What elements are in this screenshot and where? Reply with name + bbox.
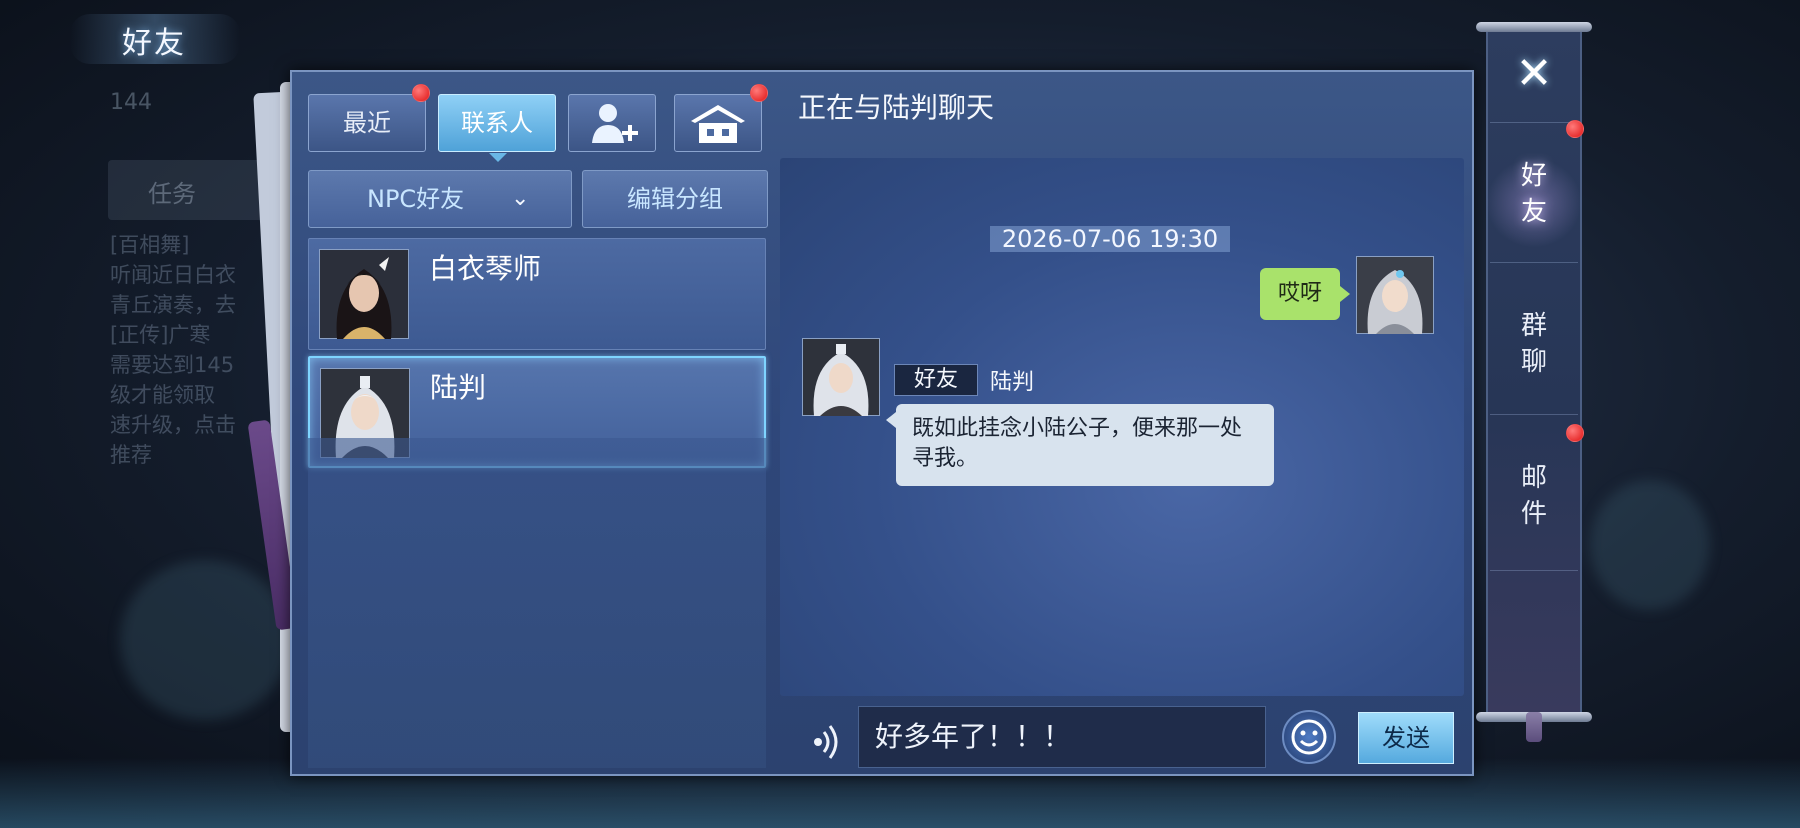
background-task-tab-label: 任务 bbox=[148, 180, 196, 208]
background-quest-line: [正传]广寒 bbox=[110, 323, 211, 347]
active-tab-pointer bbox=[489, 153, 507, 162]
send-button-label: 发送 bbox=[1382, 724, 1430, 752]
nav-divider bbox=[1490, 414, 1578, 415]
send-button[interactable]: 发送 bbox=[1358, 712, 1454, 764]
home-icon bbox=[691, 105, 745, 143]
contact-item-baiyiqinshi[interactable]: 白衣琴师 bbox=[308, 238, 766, 350]
background-quest-line: 级才能领取 bbox=[110, 383, 215, 407]
voice-icon[interactable] bbox=[804, 720, 844, 760]
background-quest-text: [百相舞] 听闻近日白衣 青丘演奏，去 [正传]广寒 需要达到145 级才能领取… bbox=[110, 230, 260, 470]
side-nav-item-label: 邮件 bbox=[1520, 463, 1547, 529]
chevron-down-icon: ⌄ bbox=[511, 186, 530, 211]
avatar bbox=[1356, 256, 1434, 334]
background-quest-line: 推荐 bbox=[110, 443, 152, 467]
chat-title: 正在与陆判聊天 bbox=[798, 91, 995, 124]
other-message-text: 既如此挂念小陆公子，便来那一处寻我。 bbox=[912, 416, 1243, 471]
tab-home[interactable] bbox=[674, 94, 762, 152]
side-nav-item-group-chat[interactable]: 群聊 bbox=[1486, 308, 1582, 388]
contact-name: 白衣琴师 bbox=[429, 252, 542, 285]
group-selector-value: NPC好友 bbox=[367, 185, 465, 213]
nav-divider bbox=[1490, 570, 1578, 571]
self-message-bubble: 哎呀 bbox=[1260, 268, 1350, 320]
contacts-column: 最近 联系人 NPC好友 ⌄ 编辑分组 白衣琴师 陆判 bbox=[302, 82, 770, 770]
message-sender-name: 陆判 bbox=[990, 370, 1035, 395]
tab-contacts-label: 联系人 bbox=[461, 109, 533, 137]
edit-group-button-label: 编辑分组 bbox=[627, 185, 723, 213]
chat-message-input[interactable]: 好多年了！！！ bbox=[858, 706, 1266, 768]
tab-add-friend[interactable] bbox=[568, 94, 656, 152]
tab-recent-label: 最近 bbox=[343, 109, 391, 137]
tab-recent[interactable]: 最近 bbox=[308, 94, 426, 152]
tab-contacts[interactable]: 联系人 bbox=[438, 94, 556, 152]
emoji-button[interactable] bbox=[1282, 710, 1336, 764]
chat-message-area[interactable]: 2026-07-06 19:30 哎呀 好友 陆判 既如此挂念小陆公子，便来那一… bbox=[780, 158, 1464, 696]
page-title: 好友 bbox=[70, 14, 240, 64]
background-decoration bbox=[120, 560, 290, 720]
notification-badge bbox=[750, 84, 768, 102]
scroll-rod-top bbox=[1476, 22, 1592, 32]
background-quest-line: 青丘演奏，去 bbox=[110, 293, 236, 317]
notification-badge bbox=[1566, 120, 1584, 138]
background-decoration bbox=[1590, 480, 1710, 610]
chat-message-input-value: 好多年了！！！ bbox=[875, 720, 1072, 753]
page-title-text: 好友 bbox=[122, 26, 186, 61]
contact-name: 陆判 bbox=[430, 371, 487, 404]
side-nav-item-label: 好友 bbox=[1520, 161, 1547, 227]
close-icon[interactable]: ✕ bbox=[1510, 52, 1558, 100]
side-nav-item-label: 群聊 bbox=[1520, 311, 1547, 377]
self-message-text: 哎呀 bbox=[1277, 281, 1322, 306]
friends-panel: 最近 联系人 NPC好友 ⌄ 编辑分组 白衣琴师 陆判 正在与陆判聊天 2026… bbox=[290, 70, 1474, 776]
nav-divider bbox=[1490, 262, 1578, 263]
contact-list-empty-area bbox=[308, 438, 766, 768]
add-friend-icon bbox=[592, 104, 638, 143]
friend-tag-badge: 好友 bbox=[894, 364, 978, 396]
nav-divider bbox=[1490, 122, 1578, 123]
smiley-icon bbox=[1291, 719, 1327, 755]
background-level-number: 144 bbox=[110, 90, 152, 115]
avatar bbox=[802, 338, 880, 416]
notification-badge bbox=[412, 84, 430, 102]
background-quest-line: [百相舞] bbox=[110, 233, 190, 257]
avatar bbox=[319, 249, 409, 339]
edit-group-button[interactable]: 编辑分组 bbox=[582, 170, 768, 228]
message-timestamp: 2026-07-06 19:30 bbox=[990, 226, 1230, 252]
side-navigation: ✕ 好友 群聊 邮件 bbox=[1472, 22, 1596, 742]
side-nav-item-mail[interactable]: 邮件 bbox=[1486, 460, 1582, 540]
side-nav-item-friends[interactable]: 好友 bbox=[1486, 158, 1582, 248]
background-quest-line: 速升级，点击 bbox=[110, 413, 236, 437]
other-message-bubble: 既如此挂念小陆公子，便来那一处寻我。 bbox=[886, 404, 1274, 486]
friend-tag-label: 好友 bbox=[913, 367, 958, 392]
background-quest-line: 需要达到145 bbox=[110, 353, 235, 377]
group-selector[interactable]: NPC好友 ⌄ bbox=[308, 170, 572, 228]
scroll-tassel-decoration bbox=[1526, 712, 1542, 742]
background-quest-line: 听闻近日白衣 bbox=[110, 263, 236, 287]
notification-badge bbox=[1566, 424, 1584, 442]
